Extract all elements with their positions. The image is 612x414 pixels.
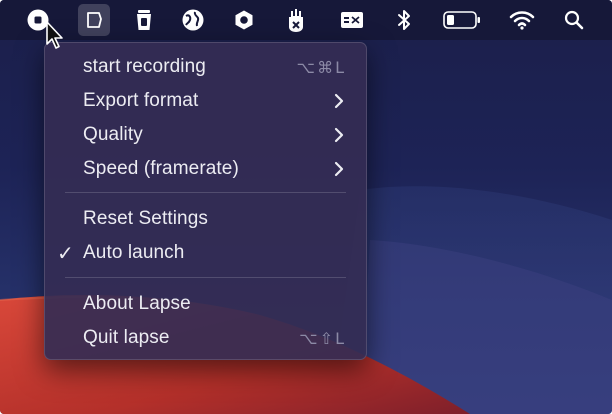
menu-item-label: Export format	[83, 90, 199, 111]
crop-screen-icon[interactable]	[78, 4, 110, 36]
menu-item-label: Reset Settings	[83, 208, 208, 229]
menu-item-label: Quality	[83, 124, 143, 145]
lapse-record-icon[interactable]	[22, 4, 54, 36]
menu-item-label: Auto launch	[83, 242, 185, 263]
menu-item-quit-lapse[interactable]: Quit lapse ⌥⇧L	[51, 322, 360, 354]
menu-separator	[65, 192, 346, 193]
menu-item-label: start recording	[83, 56, 206, 77]
wifi-icon[interactable]	[506, 4, 538, 36]
menu-bar	[0, 0, 612, 40]
chevron-right-icon	[334, 93, 344, 109]
menu-item-label: About Lapse	[83, 293, 191, 314]
keyboard-shortcut: ⌥⇧L	[299, 328, 346, 348]
menu-item-reset-settings[interactable]: Reset Settings	[51, 203, 360, 235]
sparkle-hand-icon[interactable]	[280, 4, 312, 36]
trash-can-icon[interactable]	[128, 4, 160, 36]
menu-item-label: Quit lapse	[83, 327, 170, 348]
menu-item-speed-framerate[interactable]: Speed (framerate)	[51, 153, 360, 185]
globe-icon[interactable]	[177, 4, 209, 36]
chevron-right-icon	[334, 127, 344, 143]
battery-icon[interactable]	[440, 4, 484, 36]
caption-card-icon[interactable]	[336, 4, 368, 36]
menu-item-quality[interactable]: Quality	[51, 119, 360, 151]
menu-item-start-recording[interactable]: start recording ⌥⌘L	[51, 51, 360, 83]
search-icon[interactable]	[558, 4, 590, 36]
desktop-screen: start recording ⌥⌘L Export format Qualit…	[0, 0, 612, 414]
menu-separator	[65, 277, 346, 278]
hexagon-logo-icon[interactable]	[228, 4, 260, 36]
chevron-right-icon	[334, 161, 344, 177]
menu-item-export-format[interactable]: Export format	[51, 85, 360, 117]
lapse-dropdown-menu: start recording ⌥⌘L Export format Qualit…	[44, 42, 367, 360]
checkmark-icon: ✓	[57, 242, 74, 265]
keyboard-shortcut: ⌥⌘L	[296, 57, 346, 77]
menu-item-label: Speed (framerate)	[83, 158, 239, 179]
menu-item-auto-launch[interactable]: ✓ Auto launch	[51, 237, 360, 269]
bluetooth-icon[interactable]	[388, 4, 420, 36]
menu-item-about-lapse[interactable]: About Lapse	[51, 288, 360, 320]
